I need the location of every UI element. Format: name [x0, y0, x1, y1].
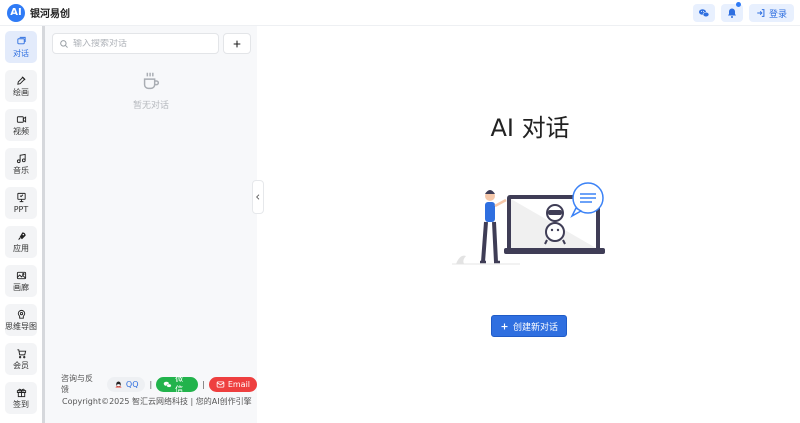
mindmap-icon [17, 309, 25, 319]
cart-icon [16, 349, 26, 359]
nav-item-checkin[interactable]: 签到 [5, 382, 37, 414]
video-icon [16, 116, 26, 123]
music-icon [16, 153, 26, 164]
brand[interactable]: AI 银河易创 [7, 3, 70, 22]
wechat-contact-button[interactable]: 微信 [156, 374, 199, 394]
qq-icon [115, 381, 122, 387]
add-conversation-button[interactable] [223, 33, 251, 54]
create-conversation-button[interactable]: 创建新对话 [491, 315, 567, 337]
qq-button[interactable]: QQ [106, 376, 146, 392]
wechat-icon [698, 9, 710, 18]
collapse-panel-button[interactable] [252, 180, 264, 214]
nav-item-membership[interactable]: 会员 [5, 343, 37, 375]
nav-item-drawing[interactable]: 绘画 [5, 70, 37, 102]
page-title: AI 对话 [490, 114, 570, 142]
coffee-cup-icon [143, 72, 160, 90]
nav-item-mindmap[interactable]: 思维导图 [5, 304, 37, 336]
wechat-icon [163, 381, 172, 388]
presentation-icon [16, 192, 26, 203]
brush-icon [16, 76, 25, 85]
login-button[interactable]: 登录 [748, 4, 794, 22]
chevron-left-icon [256, 194, 260, 200]
search-icon [60, 39, 68, 48]
plus-icon [501, 323, 508, 329]
email-button[interactable]: Email [208, 376, 258, 392]
bell-icon [727, 8, 736, 18]
notification-dot [735, 2, 741, 7]
consult-label: 咨询与反馈 [61, 374, 93, 394]
empty-state: 暂无对话 [45, 70, 257, 111]
login-label: 登录 [768, 9, 787, 20]
nav-item-chat[interactable]: 对话 [5, 31, 37, 63]
nav-item-apps[interactable]: 应用 [5, 226, 37, 258]
notification-button[interactable] [720, 2, 743, 22]
nav-item-music[interactable]: 音乐 [5, 148, 37, 180]
copyright-text: Copyright©2025 智汇云网络科技 | 您的AI创作引擎 [62, 397, 252, 406]
gallery-icon [16, 271, 26, 280]
top-bar: AI 银河易创 登录 [0, 0, 800, 26]
left-nav: 对话 绘画 视频 音乐 PPT 应用 画廊 思维导图 会员 签到 [0, 26, 42, 423]
search-box[interactable] [52, 33, 219, 54]
nav-item-video[interactable]: 视频 [5, 109, 37, 141]
top-actions: 登录 [692, 2, 794, 22]
search-input[interactable] [73, 38, 213, 49]
mail-icon [216, 380, 225, 388]
login-icon [757, 9, 765, 17]
brand-name: 银河易创 [30, 9, 70, 20]
chat-illustration [452, 182, 605, 265]
nav-item-ppt[interactable]: PPT [5, 187, 37, 219]
gift-icon [16, 388, 26, 398]
panel-footer: 咨询与反馈 QQ | 微信 | Email Copyright©2025 智汇云… [45, 374, 258, 407]
plus-icon [233, 40, 241, 47]
chat-icon [16, 36, 26, 45]
empty-text: 暂无对话 [132, 101, 169, 111]
wechat-button[interactable] [692, 4, 715, 22]
rocket-icon [17, 232, 26, 241]
conversation-panel: 暂无对话 咨询与反馈 QQ | 微信 | Email Copyright©202… [45, 26, 258, 423]
nav-item-gallery[interactable]: 画廊 [5, 265, 37, 297]
logo: AI [7, 3, 25, 22]
